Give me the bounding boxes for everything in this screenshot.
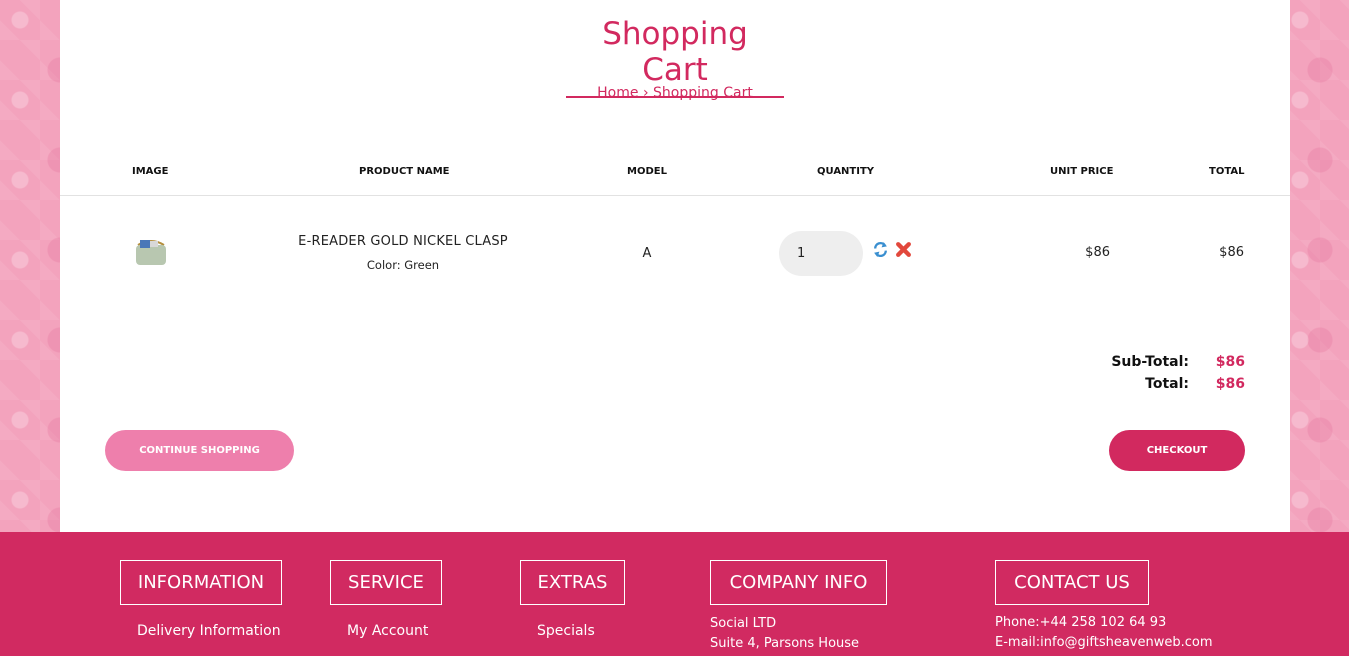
column-header-model: MODEL xyxy=(627,166,667,177)
column-header-quantity: QUANTITY xyxy=(817,166,875,177)
footer: INFORMATION Delivery Information SERVICE… xyxy=(0,532,1349,656)
column-header-product-name: PRODUCT NAME xyxy=(359,166,450,177)
subtotal-label: Sub-Total: xyxy=(1111,354,1189,370)
subtotal-value: $86 xyxy=(1215,354,1245,370)
subtotal-row: Sub-Total: $86 xyxy=(1060,354,1245,376)
contact-email[interactable]: E-mail:info@giftsheavenweb.com xyxy=(995,635,1213,650)
breadcrumb-current-link[interactable]: Shopping Cart xyxy=(653,85,753,101)
refresh-icon[interactable] xyxy=(872,241,889,258)
product-option: Color: Green xyxy=(366,258,440,272)
footer-heading-service: SERVICE xyxy=(330,560,442,605)
contact-phone: Phone:+44 258 102 64 93 xyxy=(995,615,1167,630)
product-model: A xyxy=(642,246,652,261)
cart-table-header: IMAGE PRODUCT NAME MODEL QUANTITY UNIT P… xyxy=(60,164,1290,196)
column-header-unit-price: UNIT PRICE xyxy=(1050,166,1114,177)
column-header-total: TOTAL xyxy=(1209,166,1245,177)
handbag-image[interactable] xyxy=(132,231,170,269)
company-name: Social LTD xyxy=(710,616,777,631)
total-value: $86 xyxy=(1215,376,1245,392)
table-row: E-READER GOLD NICKEL CLASP Color: Green … xyxy=(60,196,1290,306)
footer-link-delivery-information[interactable]: Delivery Information xyxy=(137,623,281,639)
cart-content-panel: Shopping Cart Home › Shopping Cart IMAGE… xyxy=(60,0,1290,532)
footer-link-my-account[interactable]: My Account xyxy=(347,623,428,639)
breadcrumb-home-link[interactable]: Home xyxy=(597,85,638,101)
product-name-link[interactable]: E-READER GOLD NICKEL CLASP xyxy=(260,234,546,249)
column-header-image: IMAGE xyxy=(132,166,169,177)
line-total: $86 xyxy=(1219,245,1244,260)
footer-heading-company-info: COMPANY INFO xyxy=(710,560,887,605)
breadcrumb: Home › Shopping Cart xyxy=(60,85,1290,101)
quantity-input[interactable] xyxy=(779,231,863,276)
breadcrumb-separator: › xyxy=(642,85,649,101)
footer-heading-extras: EXTRAS xyxy=(520,560,625,605)
footer-heading-contact-us: CONTACT US xyxy=(995,560,1149,605)
continue-shopping-button[interactable]: CONTINUE SHOPPING xyxy=(105,430,294,471)
cart-totals: Sub-Total: $86 Total: $86 xyxy=(1060,354,1245,398)
checkout-button[interactable]: CHECKOUT xyxy=(1109,430,1245,471)
footer-heading-information: INFORMATION xyxy=(120,560,282,605)
total-label: Total: xyxy=(1145,376,1189,392)
remove-icon[interactable] xyxy=(895,241,912,258)
total-row: Total: $86 xyxy=(1060,376,1245,398)
unit-price: $86 xyxy=(1085,245,1110,260)
company-address: Suite 4, Parsons House xyxy=(710,636,860,651)
footer-link-specials[interactable]: Specials xyxy=(537,623,595,639)
